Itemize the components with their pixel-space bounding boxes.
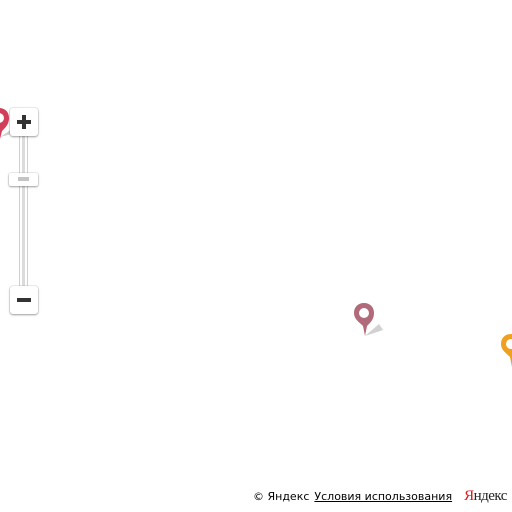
yandex-logo-rest: ндекс xyxy=(473,487,508,504)
placemark-right-edge[interactable] xyxy=(500,333,512,369)
terms-of-use-link[interactable]: Условия использования xyxy=(314,490,452,503)
placemark-center[interactable] xyxy=(353,302,383,338)
grip-icon xyxy=(18,177,29,181)
yandex-logo-first-letter: Я xyxy=(464,487,474,504)
zoom-in-button[interactable] xyxy=(10,108,38,136)
zoom-out-button[interactable] xyxy=(10,286,38,314)
zoom-slider-track-inner xyxy=(22,136,25,286)
copyrights-bar: © Яндекс Условия использования Яндекс xyxy=(252,488,507,504)
yandex-logo[interactable]: Яндекс xyxy=(464,488,507,505)
zoom-slider-handle[interactable] xyxy=(9,173,38,186)
copyright-text: © Яндекс xyxy=(253,489,310,503)
map-canvas[interactable]: © Яндекс Условия использования Яндекс xyxy=(0,0,512,512)
zoom-slider-track[interactable] xyxy=(20,136,27,286)
